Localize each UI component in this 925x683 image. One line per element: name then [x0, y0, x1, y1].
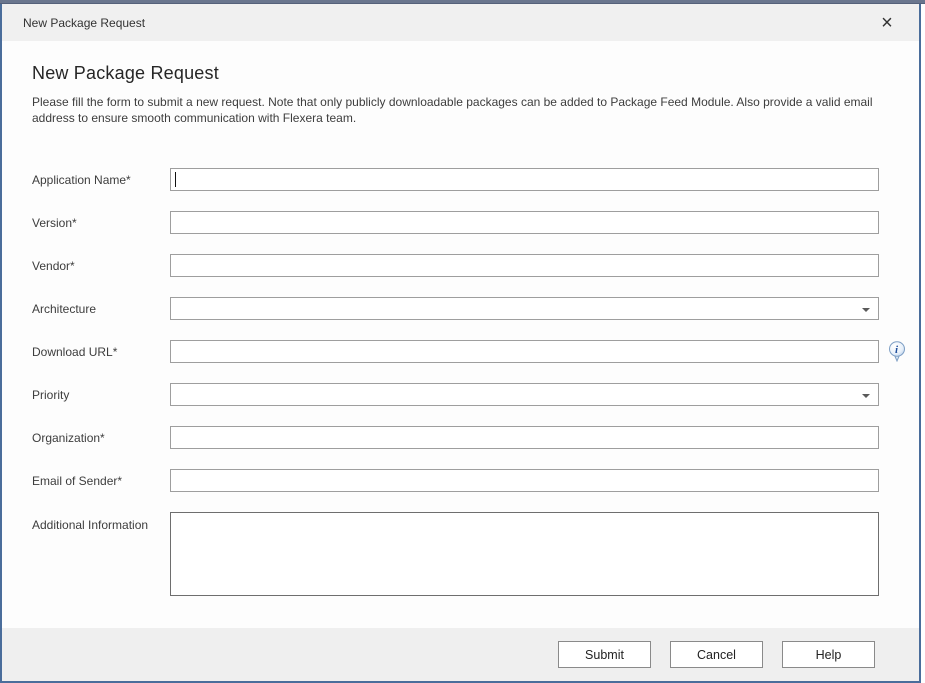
version-control — [170, 211, 879, 234]
email-of-sender-label: Email of Sender* — [32, 474, 170, 488]
form-row-vendor: Vendor* — [32, 254, 897, 277]
additional-information-label: Additional Information — [32, 512, 170, 532]
dialog-title: New Package Request — [23, 16, 145, 30]
screen: New Package Request × New Package Reques… — [0, 0, 925, 683]
email-of-sender-control — [170, 469, 879, 492]
new-package-request-dialog: New Package Request × New Package Reques… — [0, 4, 921, 683]
application-name-control — [170, 168, 879, 191]
architecture-control — [170, 297, 879, 320]
dialog-titlebar[interactable]: New Package Request × — [2, 4, 919, 41]
organization-control — [170, 426, 879, 449]
form-row-application-name: Application Name* — [32, 168, 897, 191]
version-label: Version* — [32, 216, 170, 230]
form-row-email-of-sender: Email of Sender* — [32, 469, 897, 492]
vendor-control — [170, 254, 879, 277]
download-url-control — [170, 340, 879, 363]
vendor-input[interactable] — [170, 254, 879, 277]
download-url-label: Download URL* — [32, 345, 170, 359]
version-input[interactable] — [170, 211, 879, 234]
form-row-architecture: Architecture — [32, 297, 897, 320]
email-of-sender-input[interactable] — [170, 469, 879, 492]
page-description: Please fill the form to submit a new req… — [32, 94, 880, 126]
priority-label: Priority — [32, 388, 170, 402]
dialog-footer: Submit Cancel Help — [2, 628, 919, 681]
page-title: New Package Request — [32, 63, 897, 84]
architecture-dropdown[interactable] — [170, 297, 879, 320]
additional-information-control — [170, 512, 879, 596]
info-balloon-icon: i — [888, 341, 906, 362]
close-button[interactable]: × — [875, 11, 899, 35]
application-name-label: Application Name* — [32, 173, 170, 187]
chevron-down-icon — [862, 308, 870, 312]
chevron-down-icon — [862, 394, 870, 398]
cancel-button[interactable]: Cancel — [670, 641, 763, 668]
dialog-body: New Package Request Please fill the form… — [2, 41, 919, 628]
organization-label: Organization* — [32, 431, 170, 445]
organization-input[interactable] — [170, 426, 879, 449]
priority-control — [170, 383, 879, 406]
close-icon: × — [881, 13, 893, 33]
text-cursor — [175, 172, 176, 187]
download-url-input[interactable] — [170, 340, 879, 363]
form-row-download-url: Download URL* — [32, 340, 897, 363]
form-row-priority: Priority — [32, 383, 897, 406]
download-url-info[interactable]: i — [888, 341, 906, 362]
form-row-organization: Organization* — [32, 426, 897, 449]
submit-button[interactable]: Submit — [558, 641, 651, 668]
priority-dropdown[interactable] — [170, 383, 879, 406]
form-row-additional-information: Additional Information — [32, 512, 897, 596]
application-name-input[interactable] — [170, 168, 879, 191]
help-button[interactable]: Help — [782, 641, 875, 668]
additional-information-textarea[interactable] — [170, 512, 879, 596]
request-form: Application Name* Version* Vendor* — [32, 168, 897, 596]
architecture-label: Architecture — [32, 302, 170, 316]
vendor-label: Vendor* — [32, 259, 170, 273]
form-row-version: Version* — [32, 211, 897, 234]
